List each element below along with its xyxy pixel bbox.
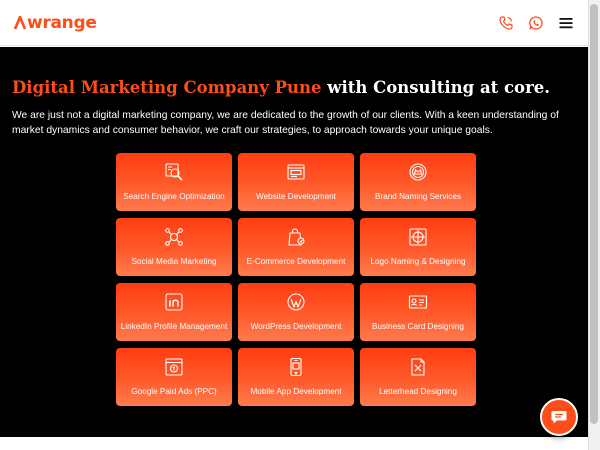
service-card-wordpress[interactable]: WordPress Development [238,283,354,341]
brand-icon [409,163,427,181]
business-card-icon [408,295,428,309]
scrollbar-thumb[interactable] [590,4,598,424]
service-label: Letterhead Designing [379,387,457,396]
service-label: Brand Naming Services [374,192,461,201]
logo-text: wrange [27,12,97,33]
service-card-ppc[interactable]: Google Paid Ads (PPC) [116,348,232,406]
service-label: LinkedIn Profile Management [120,322,228,331]
scrollbar[interactable] [588,0,600,450]
page-below-fold [0,437,588,450]
menu-icon[interactable] [558,15,574,31]
letterhead-icon [411,358,425,376]
ppc-icon [165,358,183,376]
service-label: Mobile App Development [250,387,342,396]
service-label: E-Commerce Development [246,257,346,266]
service-label: Social Media Marketing [131,257,217,266]
service-card-ecommerce[interactable]: E-Commerce Development [238,218,354,276]
title-rest: with Consulting at core. [327,78,550,97]
linkedin-icon [165,293,183,311]
chat-icon [551,411,567,424]
service-label: Logo Naming & Designing [370,257,466,266]
ecommerce-icon [288,228,305,246]
service-card-social-media[interactable]: Social Media Marketing [116,218,232,276]
website-icon [287,164,305,180]
brand-logo[interactable]: wrange [14,13,97,33]
site-header: wrange [0,0,588,46]
services-grid: Search Engine Optimization Website Devel… [116,153,476,406]
title-highlight: Digital Marketing Company Pune [12,78,322,97]
chat-button[interactable] [540,398,578,436]
whatsapp-icon[interactable] [528,15,544,31]
page-title: Digital Marketing Company Pune with Cons… [12,77,576,99]
wordpress-icon [287,293,305,311]
service-label: Google Paid Ads (PPC) [131,387,217,396]
service-label: Website Development [256,192,336,201]
service-card-logo-design[interactable]: Logo Naming & Designing [360,218,476,276]
intro-paragraph: We are just not a digital marketing comp… [12,110,559,136]
hero-section: Digital Marketing Company Pune with Cons… [0,47,588,437]
service-card-letterhead[interactable]: Letterhead Designing [360,348,476,406]
service-label: Search Engine Optimization [123,192,225,201]
service-card-mobile-app[interactable]: Mobile App Development [238,348,354,406]
header-actions [498,15,574,31]
mobile-app-icon [290,357,302,377]
seo-icon [165,163,183,181]
service-card-linkedin[interactable]: LinkedIn Profile Management [116,283,232,341]
social-media-icon [165,228,183,246]
service-card-brand-naming[interactable]: Brand Naming Services [360,153,476,211]
service-label: WordPress Development [250,322,342,331]
logo-mark-icon [14,15,26,29]
phone-icon[interactable] [498,15,514,31]
service-label: Business Card Designing [372,322,464,331]
logo-design-icon [409,228,427,246]
service-card-seo[interactable]: Search Engine Optimization [116,153,232,211]
service-card-website[interactable]: Website Development [238,153,354,211]
service-card-business-card[interactable]: Business Card Designing [360,283,476,341]
